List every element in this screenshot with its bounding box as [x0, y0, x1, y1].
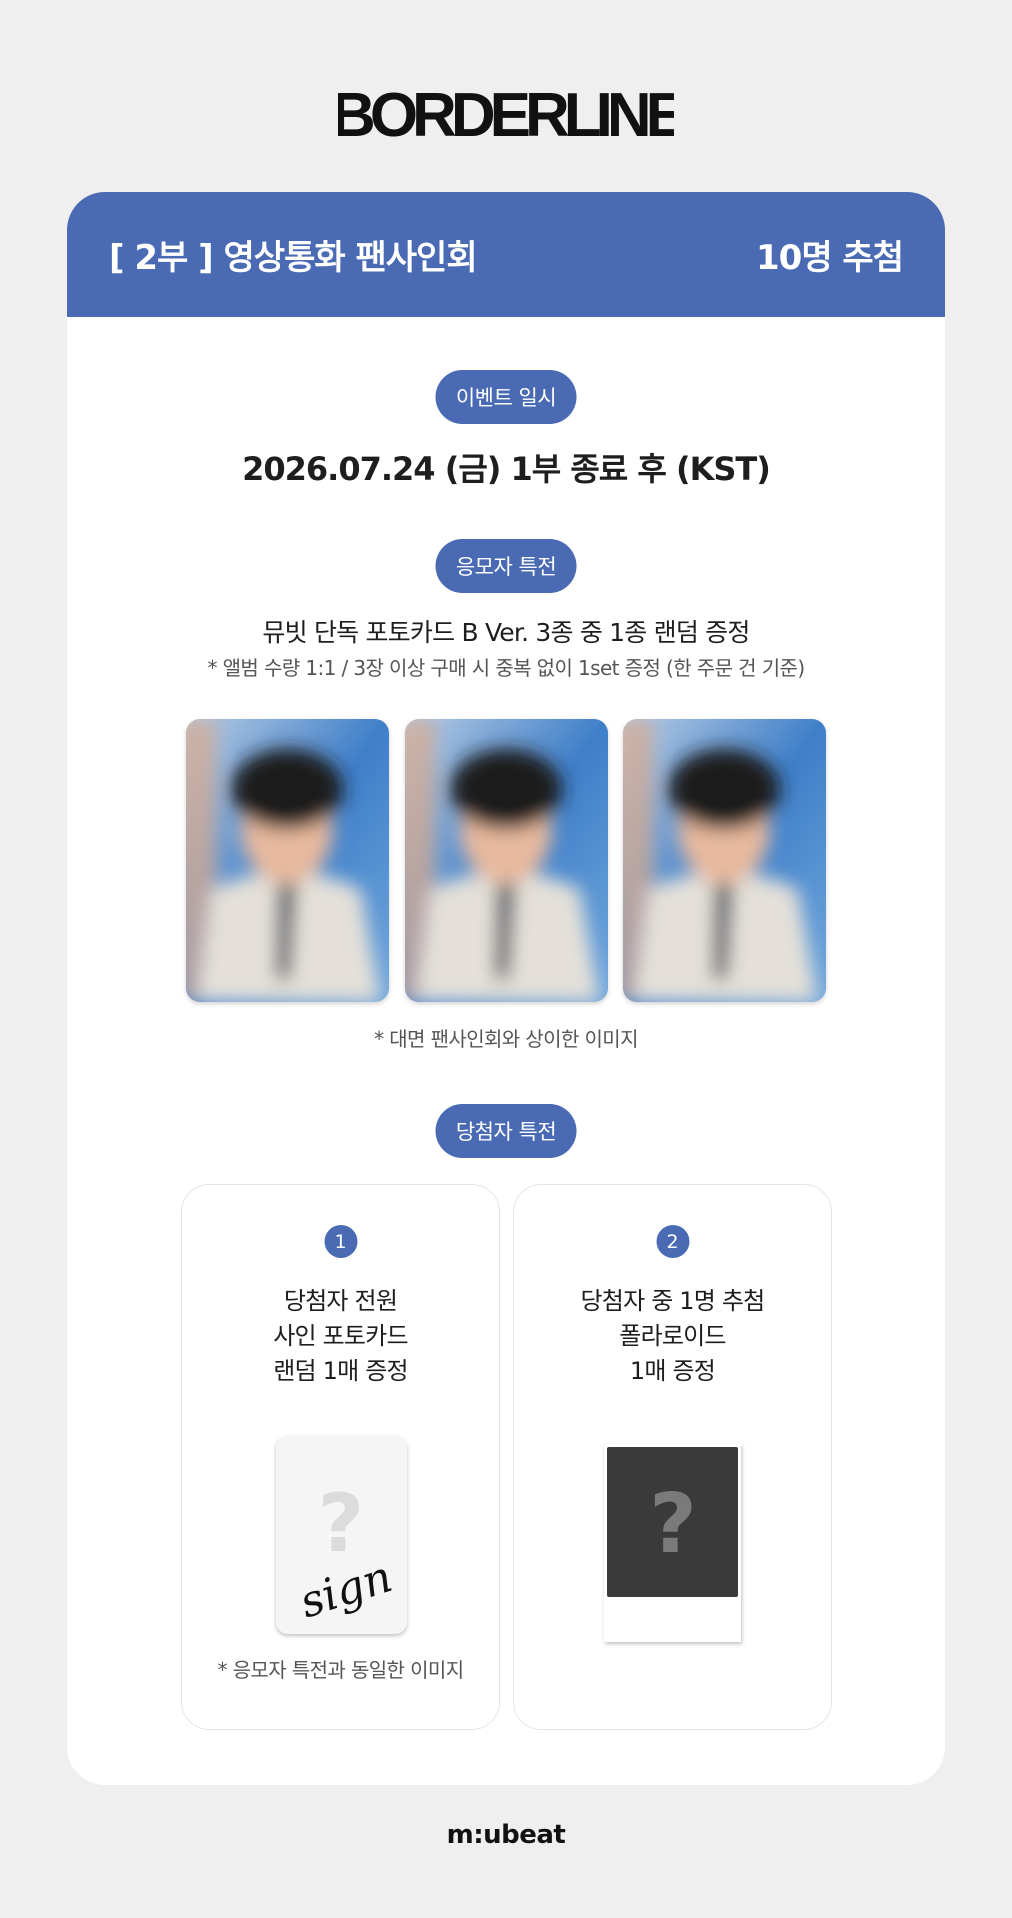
prize-line: 1매 증정 — [629, 1357, 716, 1385]
borderline-logo: BORDERLINE — [0, 64, 1012, 160]
svg-text:?: ? — [318, 1477, 364, 1570]
winner-benefit-label: 당첨자 특전 — [435, 1104, 577, 1158]
logo-graphic: BORDERLINE — [338, 81, 674, 150]
photocard-image-3 — [623, 719, 826, 1002]
applicant-benefit-title: 뮤빗 단독 포토카드 B Ver. 3종 중 1종 랜덤 증정 — [262, 618, 750, 647]
question-mark-icon: ? — [649, 1482, 697, 1562]
prize-number-2: 2 — [656, 1225, 689, 1258]
prize-number-1: 1 — [324, 1225, 357, 1258]
polaroid-image: ? — [604, 1444, 741, 1642]
prize-line: 사인 포토카드 — [273, 1322, 408, 1350]
prize-line: 랜덤 1매 증정 — [273, 1357, 408, 1385]
prize-line: 당첨자 중 1명 추첨 — [580, 1287, 766, 1315]
prize-line: 당첨자 전원 — [283, 1287, 398, 1315]
event-title: [ 2부 ] 영상통화 팬사인회 — [109, 238, 478, 278]
event-date: 2026.07.24 (금) 1부 종료 후 (KST) — [242, 450, 771, 488]
card-header: [ 2부 ] 영상통화 팬사인회 10명 추첨 — [67, 192, 945, 317]
prize-line: 폴라로이드 — [619, 1322, 726, 1350]
question-mark-icon: ? sign — [294, 1477, 398, 1628]
applicant-benefit-label: 응모자 특전 — [435, 539, 577, 593]
prize-card-1: 1 당첨자 전원 사인 포토카드 랜덤 1매 증정 ? sign * 응모자 특… — [181, 1184, 500, 1730]
event-card: [ 2부 ] 영상통화 팬사인회 10명 추첨 이벤트 일시 2026.07.2… — [67, 192, 945, 1785]
sign-text: sign — [294, 1551, 398, 1628]
polaroid-photo-area: ? — [607, 1447, 738, 1597]
photocard-image-2 — [405, 719, 608, 1002]
applicant-benefit-note: * 앨범 수량 1:1 / 3장 이상 구매 시 중복 없이 1set 증정 (… — [207, 656, 805, 680]
prize-description-1: 당첨자 전원 사인 포토카드 랜덤 1매 증정 — [182, 1284, 499, 1389]
logo-text: BORDERLINE — [338, 81, 674, 150]
winner-count: 10명 추첨 — [756, 238, 904, 278]
svg-text:?: ? — [649, 1482, 697, 1562]
prize-description-2: 당첨자 중 1명 추첨 폴라로이드 1매 증정 — [514, 1284, 831, 1389]
prize-card-2: 2 당첨자 중 1명 추첨 폴라로이드 1매 증정 ? — [513, 1184, 832, 1730]
photocard-image-1 — [186, 719, 389, 1002]
photocard-image-note: * 대면 팬사인회와 상이한 이미지 — [374, 1027, 638, 1051]
event-date-label: 이벤트 일시 — [435, 370, 577, 424]
mubeat-logo: m:ubeat — [446, 1820, 566, 1850]
prize-image-note-1: * 응모자 특전과 동일한 이미지 — [217, 1658, 464, 1682]
signed-photocard-image: ? sign — [276, 1436, 407, 1634]
